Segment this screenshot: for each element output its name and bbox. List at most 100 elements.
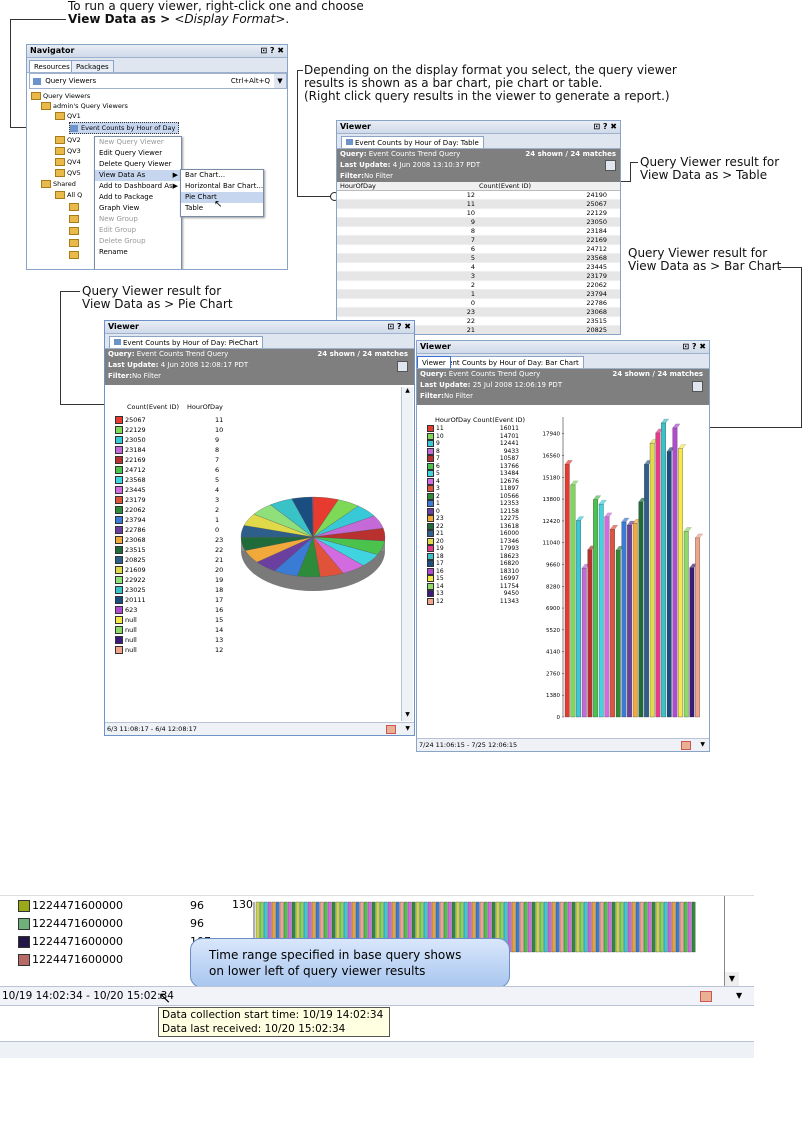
legend-item[interactable]: 22129 10	[115, 425, 235, 435]
window-controls[interactable]: ⊡ ? ✖	[682, 341, 706, 353]
tree-node[interactable]: QV2	[55, 135, 81, 145]
table-row[interactable]: 10 22129	[337, 209, 620, 218]
window-controls[interactable]: ⊡ ? ✖	[593, 121, 617, 133]
legend-item[interactable]: 22169 7	[115, 455, 235, 465]
scroll-up-arrow-icon[interactable]: ▲	[402, 387, 413, 397]
table-row[interactable]: 23 23068	[337, 308, 620, 317]
legend-item[interactable]: 23050 9	[115, 435, 235, 445]
legend-item[interactable]: 18 18623	[427, 552, 537, 561]
legend-item[interactable]: 22786 0	[115, 525, 235, 535]
legend-item[interactable]: 23184 8	[115, 445, 235, 455]
legend-item[interactable]: 22922 19	[115, 575, 235, 585]
refresh-icon[interactable]	[692, 381, 703, 392]
legend-item[interactable]: 21 16000	[427, 530, 537, 538]
legend-item[interactable]: 0 12158	[427, 507, 537, 516]
table-row[interactable]: 2 22062	[337, 281, 620, 290]
legend-item[interactable]: 4 12676	[427, 477, 537, 486]
tree-node[interactable]: Shared	[41, 179, 76, 189]
tree-node[interactable]: QV4	[55, 157, 81, 167]
legend-item[interactable]: 1224471600000 96	[18, 916, 238, 932]
legend-item[interactable]: 23568 5	[115, 475, 235, 485]
legend-item[interactable]: 7 10587	[427, 455, 537, 463]
tab-resources[interactable]: Resources	[29, 60, 75, 72]
tree-node[interactable]: Query Viewers	[31, 91, 90, 101]
tab-packages[interactable]: Packages	[71, 60, 114, 72]
table-row[interactable]: 5 23568	[337, 254, 620, 263]
legend-item[interactable]: 24712 6	[115, 465, 235, 475]
table-row[interactable]: 0 22786	[337, 299, 620, 308]
legend-item[interactable]: 23794 1	[115, 515, 235, 525]
table-row[interactable]: 1 23794	[337, 290, 620, 299]
scroll-down-arrow-icon[interactable]: ▼	[402, 711, 413, 721]
chevron-down-icon[interactable]: ▼	[274, 74, 286, 88]
window-controls[interactable]: ⊡ ? ✖	[387, 321, 411, 333]
legend-item[interactable]: 22 13618	[427, 522, 537, 531]
table-row[interactable]: 7 22169	[337, 236, 620, 245]
legend-item[interactable]: 23068 23	[115, 535, 235, 545]
tab-table-view[interactable]: Event Counts by Hour of Day: Table	[341, 136, 484, 148]
time-range[interactable]: 10/19 14:02:34 - 10/20 15:02:34	[0, 990, 174, 1002]
legend-item[interactable]: 23179 3	[115, 495, 235, 505]
tree-node[interactable]	[69, 214, 81, 224]
tab-bar-view[interactable]: vent Counts by Hour of Day: Bar Chart	[439, 356, 584, 368]
menu-item-add-to-dashboard[interactable]: Add to Dashboard As ▶	[95, 181, 181, 192]
legend-item[interactable]: 11 16011	[427, 425, 537, 433]
tree-node[interactable]: admin's Query Viewers	[41, 101, 128, 111]
legend-item[interactable]: 9 12441	[427, 440, 537, 448]
chevron-down-icon[interactable]: ▼	[700, 739, 705, 751]
tree-node[interactable]: QV5	[55, 168, 81, 178]
table-row[interactable]: 6 24712	[337, 245, 620, 254]
legend-item[interactable]: 623 16	[115, 605, 235, 615]
tree-node[interactable]: QV1	[55, 111, 81, 121]
menu-item-bar-chart[interactable]: Bar Chart...	[181, 170, 263, 181]
refresh-icon[interactable]	[397, 361, 408, 372]
tab-pie-view[interactable]: Event Counts by Hour of Day: PieChart	[109, 336, 264, 348]
menu-item-delete-query-viewer[interactable]: Delete Query Viewer	[95, 159, 181, 170]
legend-item[interactable]: 25067 11	[115, 415, 235, 425]
legend-item[interactable]: 23445 4	[115, 485, 235, 495]
scroll-down-arrow-icon[interactable]: ▼	[725, 972, 739, 986]
refresh-icon[interactable]	[605, 160, 616, 171]
menu-item-horizontal-bar-chart[interactable]: Horizontal Bar Chart...	[181, 181, 263, 192]
tree-node[interactable]: QV3	[55, 146, 81, 156]
menu-item-rename[interactable]: Rename	[95, 247, 181, 258]
legend-item[interactable]: 20 17346	[427, 537, 537, 546]
legend-item[interactable]: 22062 2	[115, 505, 235, 515]
legend-item[interactable]: 21609 20	[115, 565, 235, 575]
legend-item[interactable]: 3 11897	[427, 485, 537, 493]
legend-item[interactable]: null 12	[115, 645, 235, 655]
legend-item[interactable]: 13 9450	[427, 590, 537, 598]
table-row[interactable]: 12 24190	[337, 191, 620, 200]
column-header[interactable]: HourOfDay	[340, 182, 376, 190]
tree-node[interactable]	[69, 226, 81, 236]
report-icon[interactable]	[386, 725, 396, 734]
legend-item[interactable]: 20111 17	[115, 595, 235, 605]
legend-item[interactable]: 1 12353	[427, 500, 537, 508]
tree-node[interactable]: All Q	[55, 190, 82, 200]
legend-item[interactable]: 10 14701	[427, 432, 537, 441]
menu-item-view-data-as[interactable]: View Data As ▶	[95, 170, 181, 181]
legend-item[interactable]: 6 13766	[427, 462, 537, 471]
tab-viewer[interactable]: Viewer	[417, 356, 451, 368]
report-icon[interactable]	[700, 991, 712, 1002]
tree-node[interactable]	[69, 202, 81, 212]
legend-item[interactable]: 19 17993	[427, 545, 537, 553]
menu-item-add-to-package[interactable]: Add to Package	[95, 192, 181, 203]
legend-item[interactable]: 16 18310	[427, 567, 537, 576]
legend-item[interactable]: 12 11343	[427, 597, 537, 606]
legend-item[interactable]: 17 16820	[427, 560, 537, 568]
table-row[interactable]: 9 23050	[337, 218, 620, 227]
legend-item[interactable]: null 13	[115, 635, 235, 645]
table-row[interactable]: 3 23179	[337, 272, 620, 281]
legend-item[interactable]: 23515 22	[115, 545, 235, 555]
vertical-scrollbar[interactable]: ▼	[724, 896, 739, 986]
chevron-down-icon[interactable]: ▼	[736, 987, 742, 1005]
menu-item-graph-view[interactable]: Graph View	[95, 203, 181, 214]
legend-item[interactable]: 20825 21	[115, 555, 235, 565]
legend-item[interactable]: 23025 18	[115, 585, 235, 595]
vertical-scrollbar[interactable]: ▲ ▼	[401, 387, 413, 721]
chevron-down-icon[interactable]: ▼	[405, 723, 410, 735]
menu-item-edit-query-viewer[interactable]: Edit Query Viewer	[95, 148, 181, 159]
legend-item[interactable]: 14 11754	[427, 582, 537, 591]
tree-node-selected[interactable]: Event Counts by Hour of Day	[69, 122, 180, 134]
